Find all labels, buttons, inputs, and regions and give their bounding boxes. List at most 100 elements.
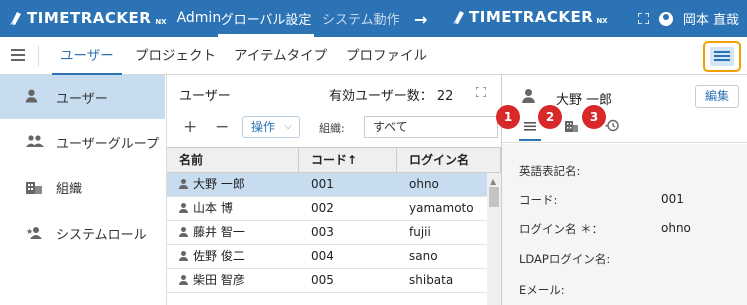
sidebar-item-label: ユーザー bbox=[56, 91, 108, 107]
sidebar-item-users[interactable]: ユーザー bbox=[0, 75, 165, 119]
panel-title: ユーザー bbox=[179, 89, 231, 104]
sidebar-item-label: システムロール bbox=[56, 227, 147, 243]
detail-fields: 英語表記名: コード: 001 ログイン名 ＊： ohno LDAPログイン名:… bbox=[502, 144, 747, 305]
person-icon bbox=[179, 203, 188, 213]
field-value-code: 001 bbox=[661, 192, 684, 206]
field-label-login-name: ログイン名 ＊： bbox=[519, 222, 604, 236]
people-icon bbox=[26, 135, 44, 149]
edit-button[interactable]: 編集 bbox=[695, 85, 739, 108]
fullscreen-icon[interactable] bbox=[637, 13, 649, 24]
detail-user-name: 大野 一郎 bbox=[556, 93, 613, 108]
table-row[interactable]: 柴田 智彦 005 shibata bbox=[167, 269, 487, 293]
top-bar: TIMETRACKER NX Admin グローバル設定 システム動作 → TI… bbox=[0, 0, 747, 37]
sidebar-item-user-groups[interactable]: ユーザーグループ bbox=[0, 120, 165, 164]
user-detail-panel: 大野 一郎 編集 1 2 3 英語表記名: コード: 001 ログイン名 ＊： … bbox=[496, 75, 747, 305]
column-header-login[interactable]: ログイン名 bbox=[397, 148, 501, 173]
person-icon bbox=[179, 179, 188, 189]
account-icon[interactable] bbox=[658, 11, 673, 26]
person-icon bbox=[179, 275, 188, 285]
table-row[interactable]: 藤井 智一 003 fujii bbox=[167, 221, 487, 245]
cell-code: 005 bbox=[311, 273, 334, 287]
table-row[interactable]: 山本 博 002 yamamoto bbox=[167, 197, 487, 221]
active-count-value: 22 bbox=[436, 89, 454, 104]
cell-name: 山本 博 bbox=[167, 197, 233, 220]
sidebar-item-organizations[interactable]: 組織 bbox=[0, 165, 165, 209]
tab-organization-icon[interactable] bbox=[560, 119, 582, 141]
operations-dropdown[interactable]: 操作 ⌵ bbox=[242, 116, 300, 138]
tab-projects[interactable]: プロジェクト bbox=[135, 37, 216, 75]
field-value-login-name: ohno bbox=[661, 221, 691, 235]
person-star-icon: ★ bbox=[26, 226, 42, 240]
person-icon bbox=[179, 251, 188, 261]
arrow-right-icon[interactable]: → bbox=[414, 10, 427, 29]
user-name-text: 山本 博 bbox=[193, 201, 233, 215]
active-count-label: 有効ユーザー数： bbox=[329, 89, 433, 104]
scroll-up-icon[interactable]: ▲ bbox=[490, 177, 496, 186]
tab-bar: ユーザー プロジェクト アイテムタイプ プロファイル bbox=[0, 37, 747, 75]
cell-code: 003 bbox=[311, 225, 334, 239]
field-label-ldap-login: LDAPログイン名: bbox=[519, 252, 611, 266]
users-panel: ユーザー 有効ユーザー数： 22 + − 操作 ⌵ 組織: すべて 名前 コード… bbox=[167, 75, 501, 305]
tab-details-list-icon[interactable] bbox=[519, 119, 541, 141]
brand-name: TIMETRACKER bbox=[27, 9, 152, 27]
cell-name: 藤井 智一 bbox=[167, 221, 245, 244]
sidebar: ユーザー ユーザーグループ 組織 ★ システムロール bbox=[0, 75, 167, 305]
column-header-name[interactable]: 名前 bbox=[167, 148, 299, 173]
field-label-code: コード: bbox=[519, 193, 558, 207]
tab-item-types[interactable]: アイテムタイプ bbox=[234, 37, 327, 75]
chevron-down-icon: ⌵ bbox=[284, 121, 292, 132]
person-icon bbox=[522, 89, 538, 103]
scrollbar-thumb[interactable] bbox=[489, 187, 499, 207]
cell-login: fujii bbox=[409, 225, 431, 239]
brand-name-2: TIMETRACKER bbox=[469, 8, 594, 26]
timetracker-app-link[interactable]: TIMETRACKER NX bbox=[452, 8, 608, 26]
table-scrollbar[interactable]: ▲ bbox=[487, 173, 501, 305]
divider bbox=[38, 45, 39, 67]
sidebar-item-system-roles[interactable]: ★ システムロール bbox=[0, 211, 165, 255]
cell-login: yamamoto bbox=[409, 201, 474, 215]
field-label-email: Eメール: bbox=[519, 283, 565, 297]
user-name[interactable]: 岡本 直哉 bbox=[683, 9, 739, 28]
menu-icon[interactable] bbox=[11, 49, 25, 61]
person-icon bbox=[25, 89, 42, 104]
brand-suffix-2: NX bbox=[596, 17, 608, 25]
person-icon bbox=[179, 227, 188, 237]
cell-code: 002 bbox=[311, 201, 334, 215]
logo-mark-icon bbox=[10, 12, 21, 25]
table-row[interactable]: 大野 一郎 001 ohno bbox=[167, 173, 487, 197]
cell-name: 大野 一郎 bbox=[167, 173, 245, 196]
user-name-text: 佐野 俊二 bbox=[193, 249, 245, 263]
nav-global-settings[interactable]: グローバル設定 bbox=[218, 0, 314, 37]
organization-filter-input[interactable]: すべて bbox=[364, 116, 498, 138]
callout-badge-3: 3 bbox=[582, 105, 606, 129]
tab-profiles[interactable]: プロファイル bbox=[346, 37, 427, 75]
svg-text:★: ★ bbox=[26, 227, 33, 236]
cell-login: ohno bbox=[409, 177, 439, 191]
remove-icon[interactable]: − bbox=[215, 117, 229, 137]
cell-code: 004 bbox=[311, 249, 334, 263]
user-area: 岡本 直哉 bbox=[637, 9, 739, 28]
column-header-code[interactable]: コード↑ bbox=[299, 148, 397, 173]
user-name-text: 藤井 智一 bbox=[193, 225, 245, 239]
table-header: 名前 コード↑ ログイン名 bbox=[167, 147, 501, 173]
organization-filter-label: 組織: bbox=[319, 122, 345, 135]
list-view-button[interactable] bbox=[703, 41, 741, 72]
building-icon bbox=[26, 180, 42, 194]
expand-icon[interactable] bbox=[475, 86, 487, 100]
user-name-text: 柴田 智彦 bbox=[193, 273, 245, 287]
operations-label: 操作 bbox=[251, 120, 276, 134]
field-label-english-name: 英語表記名: bbox=[519, 164, 581, 178]
sidebar-item-label: ユーザーグループ bbox=[56, 136, 159, 152]
cell-name: 佐野 俊二 bbox=[167, 245, 245, 268]
admin-label: Admin bbox=[176, 10, 222, 26]
app-logo[interactable]: TIMETRACKER NX Admin bbox=[9, 8, 221, 28]
table-row[interactable]: 佐野 俊二 004 sano bbox=[167, 245, 487, 269]
logo-mark-icon bbox=[453, 11, 464, 24]
cell-name: 柴田 智彦 bbox=[167, 269, 245, 292]
user-name-text: 大野 一郎 bbox=[193, 177, 245, 191]
cell-login: shibata bbox=[409, 273, 454, 287]
active-user-count: 有効ユーザー数： 22 bbox=[329, 85, 453, 104]
tab-users[interactable]: ユーザー bbox=[52, 37, 122, 75]
add-icon[interactable]: + bbox=[183, 117, 197, 137]
nav-system-behavior[interactable]: システム動作 bbox=[322, 0, 400, 37]
